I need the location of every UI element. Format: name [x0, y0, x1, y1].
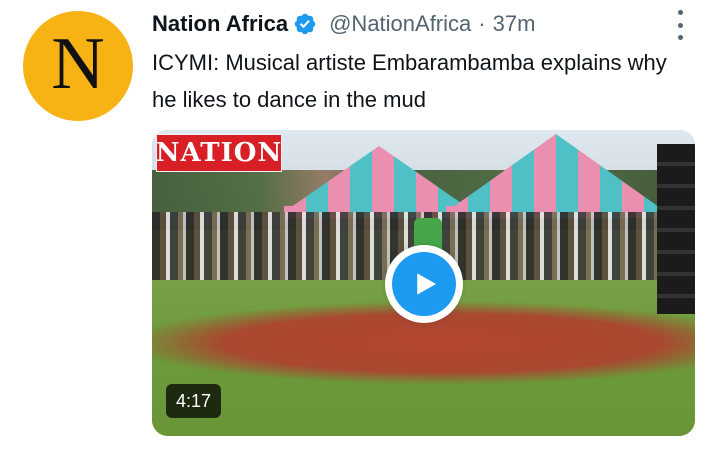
video-duration-badge: 4:17	[166, 384, 222, 418]
tweet[interactable]: N Nation Africa @NationAfrica · 37m ICYM…	[0, 0, 720, 453]
more-dot	[677, 10, 683, 15]
more-vertical-icon[interactable]	[670, 10, 690, 40]
avatar[interactable]: N	[23, 11, 133, 121]
play-button[interactable]	[385, 245, 463, 323]
play-icon	[392, 252, 456, 316]
timestamp[interactable]: 37m	[493, 11, 536, 37]
user-handle[interactable]: @NationAfrica	[329, 11, 471, 37]
more-dot	[677, 35, 683, 40]
nation-logo-overlay: NATION	[156, 134, 282, 172]
more-dot	[677, 22, 683, 28]
tweet-text: ICYMI: Musical artiste Embarambamba expl…	[152, 50, 667, 112]
video-player[interactable]: NATION 4:17	[152, 130, 695, 436]
verified-badge-icon	[293, 12, 317, 36]
thumbnail-speakers	[657, 144, 695, 314]
avatar-logo-letter: N	[51, 23, 105, 105]
tweet-header: Nation Africa @NationAfrica · 37m	[152, 6, 535, 42]
display-name[interactable]: Nation Africa	[152, 11, 288, 37]
separator-dot: ·	[478, 11, 486, 36]
nation-logo-text: NATION	[155, 138, 283, 168]
